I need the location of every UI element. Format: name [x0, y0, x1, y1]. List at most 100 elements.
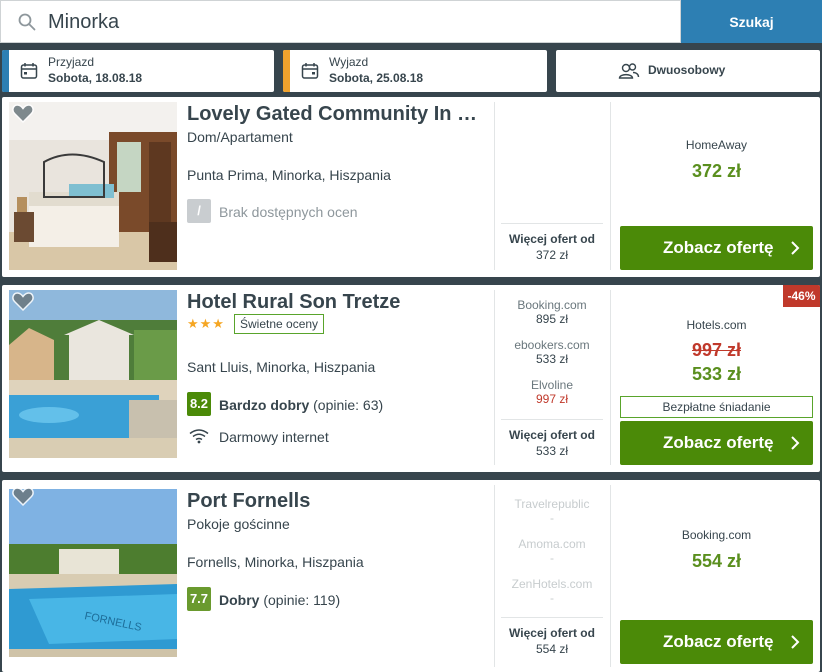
offer-site: Elvoline: [530, 378, 574, 392]
checkout-label: Wyjazd: [329, 55, 369, 69]
offer-item[interactable]: Elvoline 997 zł: [501, 378, 603, 418]
hotel-card: Hotel Rural Son Tretze ★★★ Świetne oceny…: [2, 285, 820, 472]
room-type-picker[interactable]: Dwuosobowy: [556, 50, 820, 92]
hotel-name[interactable]: Hotel Rural Son Tretze: [187, 291, 400, 314]
divider: [610, 485, 611, 667]
score-label: Bardzo dobry: [219, 397, 310, 413]
offer-site: ebookers.com: [514, 338, 590, 352]
no-rating-badge: /: [187, 199, 211, 223]
view-offer-button[interactable]: Zobacz ofertę: [620, 620, 813, 664]
review-count: (opinie: 63): [313, 397, 384, 413]
other-offers: Travelrepublic - Amoma.com - ZenHotels.c…: [501, 497, 603, 617]
offer-site: Amoma.com: [518, 537, 586, 551]
more-offers-price: 554 zł: [535, 642, 569, 656]
offer-site: Travelrepublic: [514, 497, 590, 511]
offer-price: -: [550, 511, 554, 525]
search-input[interactable]: [48, 7, 648, 37]
view-offer-button[interactable]: Zobacz ofertę: [620, 226, 813, 270]
offer-item: Amoma.com -: [501, 537, 603, 577]
offer-price: 533 zł: [535, 352, 569, 366]
star-rating: ★★★: [187, 316, 225, 331]
hotel-photo[interactable]: FORNELLS: [9, 489, 177, 657]
more-offers-price: 372 zł: [535, 248, 569, 262]
offer-item: ZenHotels.com -: [501, 577, 603, 617]
hotel-location: Fornells, Minorka, Hiszpania: [187, 554, 364, 570]
offer-item[interactable]: ebookers.com 533 zł: [501, 338, 603, 378]
checkin-accent-bar: [2, 50, 9, 92]
heart-icon[interactable]: [12, 291, 34, 311]
amenity-text: Darmowy internet: [219, 429, 329, 445]
wifi-icon: [189, 429, 209, 444]
divider: [494, 485, 495, 667]
hotel-photo[interactable]: [9, 102, 177, 270]
heart-icon[interactable]: [12, 486, 34, 506]
view-offer-label: Zobacz ofertę: [663, 238, 774, 257]
more-offers[interactable]: Więcej ofert od 533 zł: [501, 419, 603, 458]
search-button[interactable]: Szukaj: [681, 0, 822, 43]
offer-price: 895 zł: [535, 312, 569, 326]
offer-site: ZenHotels.com: [511, 577, 593, 591]
divider: [494, 290, 495, 465]
checkout-accent-bar: [283, 50, 290, 92]
rating-text: Brak dostępnych ocen: [219, 204, 358, 220]
best-offer-site: Booking.com: [681, 528, 752, 542]
divider: [610, 290, 611, 465]
more-offers[interactable]: Więcej ofert od 372 zł: [501, 223, 603, 262]
guests-icon: [618, 63, 640, 79]
best-offer-price: 372 zł: [691, 161, 742, 181]
more-offers-price: 533 zł: [535, 444, 569, 458]
heart-icon[interactable]: [12, 103, 34, 123]
offer-price: -: [550, 591, 554, 605]
divider: [610, 102, 611, 270]
best-offer-site: Hotels.com: [686, 318, 747, 332]
score-label: Dobry: [219, 592, 260, 608]
offer-site: Booking.com: [517, 298, 587, 312]
divider: [494, 102, 495, 270]
chevron-right-icon: [791, 635, 800, 649]
more-offers[interactable]: Więcej ofert od 554 zł: [501, 617, 603, 656]
view-offer-label: Zobacz ofertę: [663, 632, 774, 651]
calendar-icon: [301, 63, 319, 79]
checkin-value: Sobota, 18.08.18: [48, 71, 143, 85]
calendar-icon: [20, 63, 38, 79]
checkout-picker[interactable]: Wyjazd Sobota, 25.08.18: [283, 50, 547, 92]
hotel-name[interactable]: Lovely Gated Community In …: [187, 103, 477, 126]
score-badge: 8.2: [187, 392, 211, 416]
offer-item: Travelrepublic -: [501, 497, 603, 537]
review-count: (opinie: 119): [263, 592, 341, 608]
more-offers-label: Więcej ofert od: [509, 626, 595, 640]
best-offer-price: 554 zł: [691, 551, 742, 571]
other-offers: Booking.com 895 zł ebookers.com 533 zł E…: [501, 298, 603, 418]
breakfast-badge: Bezpłatne śniadanie: [620, 396, 813, 418]
hotel-type: Pokoje gościnne: [187, 516, 290, 532]
best-offer-site: HomeAway: [685, 138, 748, 152]
search-box[interactable]: [0, 0, 681, 43]
chevron-right-icon: [791, 436, 800, 450]
offer-price: 997 zł: [535, 392, 569, 406]
discount-badge: -46%: [783, 285, 820, 307]
hotel-name[interactable]: Port Fornells: [187, 490, 310, 513]
checkin-picker[interactable]: Przyjazd Sobota, 18.08.18: [2, 50, 274, 92]
rating-badge: Świetne oceny: [234, 314, 325, 334]
view-offer-label: Zobacz ofertę: [663, 433, 774, 452]
offer-price: -: [550, 551, 554, 565]
score-text: Dobry (opinie: 119): [219, 592, 340, 608]
search-icon: [18, 13, 36, 31]
offer-item[interactable]: Booking.com 895 zł: [501, 298, 603, 338]
score-text: Bardzo dobry (opinie: 63): [219, 397, 383, 413]
score-badge: 7.7: [187, 587, 211, 611]
hotel-type: Dom/Apartament: [187, 129, 293, 145]
checkout-value: Sobota, 25.08.18: [329, 71, 424, 85]
old-price: 997 zł: [691, 340, 742, 360]
hotel-location: Sant Lluis, Minorka, Hiszpania: [187, 359, 376, 375]
search-bar: Szukaj: [0, 0, 822, 43]
filter-row: Przyjazd Sobota, 18.08.18 Wyjazd Sobota,…: [0, 43, 822, 97]
room-type-label: Dwuosobowy: [648, 63, 726, 77]
more-offers-label: Więcej ofert od: [509, 232, 595, 246]
more-offers-label: Więcej ofert od: [509, 428, 595, 442]
view-offer-button[interactable]: Zobacz ofertę: [620, 421, 813, 465]
hotel-card: Lovely Gated Community In … Dom/Apartame…: [2, 97, 820, 277]
hotel-card: FORNELLS Port Fornells Pokoje gościnne F…: [2, 480, 820, 672]
chevron-right-icon: [791, 241, 800, 255]
hotel-photo[interactable]: [9, 290, 177, 458]
